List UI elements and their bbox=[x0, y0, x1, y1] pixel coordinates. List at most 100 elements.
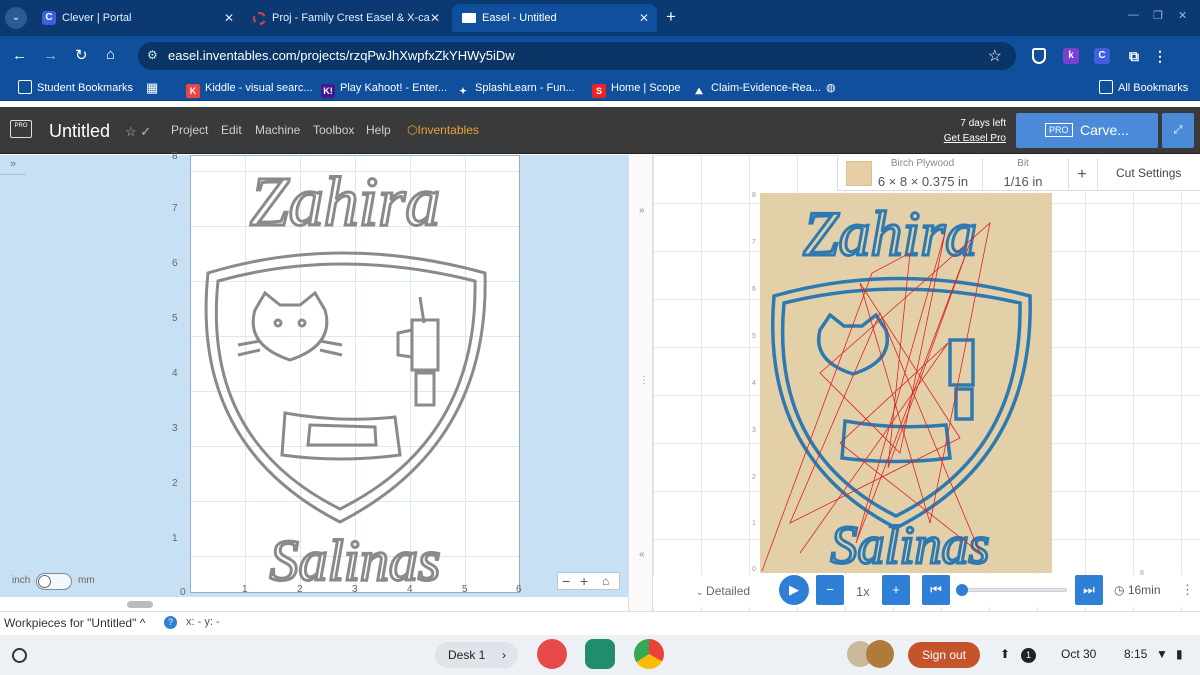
document-title[interactable]: Untitled bbox=[49, 121, 110, 142]
bookmark-kahoot[interactable]: K! Play Kahoot! - Enter... bbox=[321, 80, 447, 98]
preview-y-tick: 2 bbox=[752, 474, 756, 481]
tab-family-crest[interactable]: Proj - Family Crest Easel & X-ca ✕ bbox=[243, 4, 448, 32]
user-avatar[interactable] bbox=[866, 640, 894, 668]
skip-end-button[interactable]: ⏭ bbox=[1075, 575, 1103, 605]
panel-divider[interactable]: » ⋮ « bbox=[628, 155, 653, 611]
bookmark-all-bookmarks[interactable]: All Bookmarks bbox=[1099, 80, 1188, 96]
battery-icon: ▮ bbox=[1176, 647, 1183, 661]
expand-icon[interactable]: ⤢ bbox=[1162, 113, 1194, 148]
material-size[interactable]: 6 × 8 × 0.375 in bbox=[873, 174, 973, 189]
date[interactable]: Oct 30 bbox=[1061, 647, 1096, 661]
collapse-chevron-icon[interactable]: » bbox=[0, 155, 26, 175]
carve-time: ◷ 16min bbox=[1114, 583, 1161, 597]
x-tick: 3 bbox=[352, 584, 358, 595]
bookmark-kiddle[interactable]: K Kiddle - visual searc... bbox=[186, 80, 313, 98]
restore-icon[interactable]: ❐ bbox=[1153, 9, 1163, 22]
reload-icon[interactable]: ↻ bbox=[75, 46, 88, 66]
close-tab-icon[interactable]: ✕ bbox=[430, 4, 440, 32]
address-bar[interactable]: ⚙ easel.inventables.com/projects/rzqPwJh… bbox=[138, 42, 1016, 70]
close-tab-icon[interactable]: ✕ bbox=[639, 4, 649, 32]
speed-down-button[interactable]: − bbox=[816, 575, 844, 605]
preview-y-tick: 7 bbox=[752, 239, 756, 246]
home-view-icon[interactable]: ⌂ bbox=[602, 573, 609, 589]
menu-project[interactable]: Project bbox=[171, 123, 208, 137]
detailed-dropdown[interactable]: ⌄ Detailed bbox=[696, 584, 750, 598]
separator bbox=[982, 158, 983, 189]
notification-count[interactable]: 1 bbox=[1021, 648, 1036, 663]
bookmark-claim-evidence[interactable]: ⛰ Claim-Evidence-Rea... bbox=[692, 80, 821, 98]
workpieces-toggle[interactable]: Workpieces for "Untitled" ^ bbox=[4, 616, 145, 630]
y-tick: 5 bbox=[172, 313, 178, 324]
site-info-icon[interactable]: ⚙ bbox=[147, 48, 158, 62]
menu-machine[interactable]: Machine bbox=[255, 123, 300, 137]
clock[interactable]: 8:15 bbox=[1124, 647, 1147, 661]
close-window-icon[interactable]: ✕ bbox=[1178, 9, 1187, 22]
simulation-progress-track[interactable] bbox=[957, 588, 1067, 592]
bookmark-student-bookmarks[interactable]: Student Bookmarks bbox=[18, 80, 133, 96]
tab-easel[interactable]: Easel - Untitled ✕ bbox=[452, 4, 657, 32]
extensions-icon[interactable]: ⧉ bbox=[1126, 48, 1142, 64]
bit-size[interactable]: 1/16 in bbox=[990, 174, 1056, 189]
material-swatch[interactable] bbox=[846, 161, 872, 186]
launcher-icon[interactable] bbox=[12, 648, 27, 663]
clever-extension-icon[interactable]: C bbox=[1094, 48, 1110, 64]
add-bit-button[interactable]: + bbox=[1072, 166, 1092, 184]
cut-settings-button[interactable]: Cut Settings bbox=[1116, 166, 1181, 180]
favorite-star-icon[interactable]: ☆ ✓ bbox=[125, 124, 151, 140]
zoom-in-icon[interactable]: + bbox=[580, 573, 588, 589]
unit-toggle-switch[interactable] bbox=[36, 573, 72, 590]
paint-app-icon[interactable] bbox=[537, 639, 567, 669]
browser-menu-icon[interactable]: ⋮ bbox=[1152, 48, 1168, 64]
globe-icon[interactable]: ◍ bbox=[826, 80, 836, 96]
home-icon[interactable]: ⌂ bbox=[106, 45, 115, 65]
back-icon[interactable]: ← bbox=[12, 46, 27, 66]
preview-y-tick: 0 bbox=[752, 566, 756, 573]
help-icon[interactable]: ? bbox=[164, 616, 177, 629]
shield-extension-icon[interactable] bbox=[1032, 48, 1046, 64]
material-name[interactable]: Birch Plywood bbox=[875, 158, 970, 169]
menu-help[interactable]: Help bbox=[366, 123, 391, 137]
classroom-app-icon[interactable] bbox=[585, 639, 615, 669]
get-easel-pro-link[interactable]: Get Easel Pro bbox=[930, 131, 1006, 146]
x-tick: 4 bbox=[407, 584, 413, 595]
simulation-progress-knob[interactable] bbox=[956, 584, 968, 596]
minimize-icon[interactable]: — bbox=[1128, 9, 1139, 21]
menu-edit[interactable]: Edit bbox=[221, 123, 242, 137]
desk-switcher[interactable]: Desk 1 › bbox=[435, 642, 518, 668]
easel-pro-logo[interactable]: PRO bbox=[10, 120, 32, 138]
cursor-coordinates: x: - y: - bbox=[186, 616, 220, 628]
chrome-app-icon[interactable] bbox=[634, 639, 664, 669]
more-options-icon[interactable]: ⋮ bbox=[1181, 582, 1194, 598]
sign-out-button[interactable]: Sign out bbox=[908, 642, 980, 668]
tab-clever[interactable]: C Clever | Portal ✕ bbox=[32, 4, 242, 32]
zoom-out-icon[interactable]: − bbox=[562, 573, 570, 589]
cat-whiskers bbox=[237, 339, 343, 357]
horizontal-scrollbar[interactable] bbox=[127, 601, 153, 608]
forward-icon[interactable]: → bbox=[43, 46, 58, 66]
bookmark-scope[interactable]: S Home | Scope bbox=[592, 80, 681, 98]
menu-toolbox[interactable]: Toolbox bbox=[313, 123, 354, 137]
inventables-link[interactable]: ⬡Inventables bbox=[407, 123, 479, 137]
bookmark-splashlearn[interactable]: ✦ SplashLearn - Fun... bbox=[456, 80, 574, 98]
bookmark-label: Home | Scope bbox=[611, 82, 681, 94]
drag-handle-icon[interactable]: ⋮ bbox=[639, 375, 649, 386]
new-tab-button[interactable]: + bbox=[666, 7, 676, 27]
upload-icon[interactable]: ⬆ bbox=[1000, 647, 1010, 661]
play-button[interactable]: ▶ bbox=[779, 575, 809, 605]
rewind-button[interactable]: ⏮ bbox=[922, 575, 950, 605]
bookmark-star-icon[interactable]: ☆ bbox=[988, 46, 1002, 66]
kami-extension-icon[interactable]: k bbox=[1063, 48, 1079, 64]
x-tick: 1 bbox=[242, 584, 248, 595]
crest-design[interactable]: Zahira Salinas bbox=[190, 155, 520, 593]
tab-search-button[interactable]: ⌄ bbox=[5, 7, 27, 29]
y-tick: 8 bbox=[172, 151, 178, 162]
carve-button[interactable]: PRO Carve... bbox=[1016, 113, 1158, 148]
mug-icon bbox=[396, 296, 440, 407]
close-tab-icon[interactable]: ✕ bbox=[224, 4, 234, 32]
apps-grid-icon[interactable]: ▦ bbox=[146, 80, 158, 96]
folder-icon bbox=[18, 80, 32, 94]
separator bbox=[1068, 158, 1069, 189]
expand-left-icon[interactable]: « bbox=[639, 549, 645, 560]
expand-right-icon[interactable]: » bbox=[639, 205, 645, 216]
speed-up-button[interactable]: + bbox=[882, 575, 910, 605]
